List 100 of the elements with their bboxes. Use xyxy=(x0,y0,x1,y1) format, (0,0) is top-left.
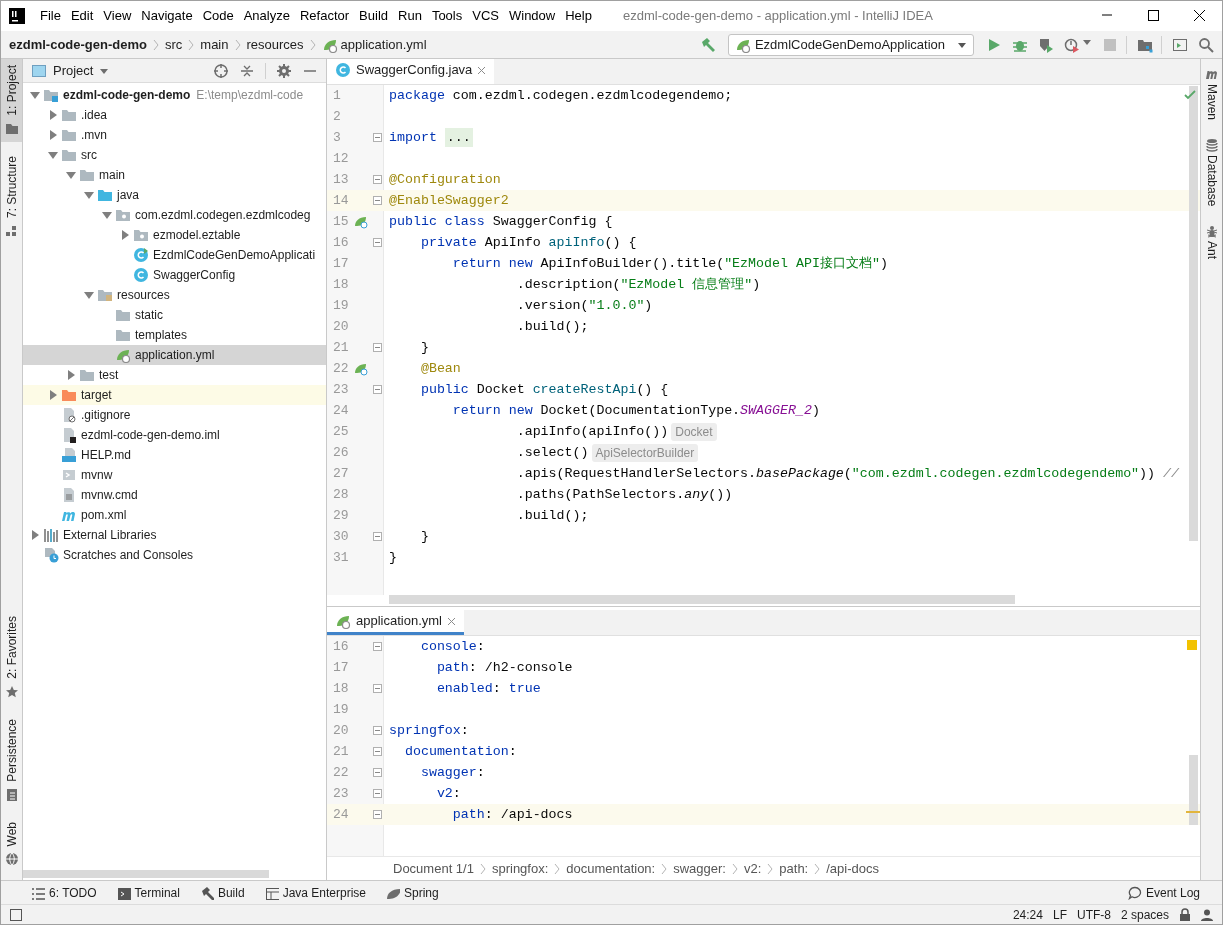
line-separator[interactable]: LF xyxy=(1052,905,1067,924)
close-icon[interactable] xyxy=(1191,8,1207,24)
maximize-icon[interactable] xyxy=(1145,8,1161,24)
menu-item[interactable]: Edit xyxy=(65,5,99,27)
scrollbar-thumb[interactable] xyxy=(1189,86,1198,541)
scrollbar-thumb[interactable] xyxy=(23,870,269,878)
tree-item[interactable]: Scratches and Consoles xyxy=(23,545,326,565)
tree-item[interactable]: EzdmlCodeGenDemoApplicati xyxy=(23,245,326,265)
panel-toggle-icon[interactable] xyxy=(9,907,23,922)
fold-icon[interactable] xyxy=(372,726,382,735)
fold-icon[interactable] xyxy=(372,175,382,184)
breadcrumb-item[interactable]: Document 1/1 xyxy=(393,858,474,879)
tree-item[interactable]: pom.xml xyxy=(23,505,326,525)
breadcrumb-item[interactable]: v2: xyxy=(743,858,762,879)
menu-item[interactable]: Navigate xyxy=(136,5,198,27)
menu-item[interactable]: File xyxy=(35,5,66,27)
breadcrumb-item[interactable]: springfox: xyxy=(491,858,549,879)
menu-item[interactable]: Run xyxy=(393,5,427,27)
tree-item[interactable]: src xyxy=(23,145,326,165)
menu-item[interactable]: Refactor xyxy=(294,5,355,27)
hammer-icon[interactable] xyxy=(699,36,716,53)
fold-icon[interactable] xyxy=(372,532,382,541)
menu-item[interactable]: Code xyxy=(197,5,239,27)
lock-icon[interactable] xyxy=(1178,907,1192,922)
tree-item[interactable]: templates xyxy=(23,325,326,345)
menu-item[interactable]: Analyze xyxy=(238,5,295,27)
shield-icon[interactable] xyxy=(1038,36,1054,53)
tree-item[interactable]: HELP.md xyxy=(23,445,326,465)
tool-window-tab[interactable]: Web xyxy=(1,815,22,872)
breadcrumb-item[interactable]: src xyxy=(164,34,183,55)
breadcrumb-item[interactable]: ezdml-code-gen-demo xyxy=(9,34,147,55)
menu-item[interactable]: View xyxy=(98,5,137,27)
tool-window-tab[interactable]: Maven xyxy=(1201,59,1222,131)
tree-item[interactable]: External Libraries xyxy=(23,525,326,545)
tool-window-tab[interactable]: 1: Project xyxy=(1,59,22,142)
menu-item[interactable]: VCS xyxy=(467,5,504,27)
tool-window-button[interactable]: Build xyxy=(199,883,245,902)
editor-tab[interactable]: application.yml xyxy=(327,610,464,635)
fold-icon[interactable] xyxy=(372,385,382,394)
tree-item[interactable]: java xyxy=(23,185,326,205)
tree-item[interactable]: mvnw xyxy=(23,465,326,485)
fold-icon[interactable] xyxy=(372,343,382,352)
menu-item[interactable]: Build xyxy=(354,5,393,27)
fold-icon[interactable] xyxy=(372,133,382,142)
fold-icon[interactable] xyxy=(372,747,382,756)
fold-icon[interactable] xyxy=(372,238,382,247)
fold-icon[interactable] xyxy=(372,810,382,819)
menu-item[interactable]: Help xyxy=(560,5,597,27)
tree-item[interactable]: application.yml xyxy=(23,345,326,365)
tool-window-button[interactable]: Java Enterprise xyxy=(264,883,366,902)
scrollbar-thumb[interactable] xyxy=(1189,755,1198,825)
tree-item[interactable]: .mvn xyxy=(23,125,326,145)
tree-item[interactable]: main xyxy=(23,165,326,185)
fold-icon[interactable] xyxy=(372,196,382,205)
tree-item[interactable]: ezmodel.eztable xyxy=(23,225,326,245)
tool-window-button[interactable]: 6: TODO xyxy=(31,883,97,902)
gauge-icon[interactable] xyxy=(1064,36,1080,53)
breadcrumb-item[interactable]: path: xyxy=(779,858,809,879)
run-config-dropdown[interactable]: EzdmlCodeGenDemoApplication xyxy=(727,33,974,56)
breadcrumb-item[interactable]: application.yml xyxy=(321,34,427,55)
tree-item[interactable]: com.ezdml.codegen.ezdmlcodeg xyxy=(23,205,326,225)
tree-item[interactable]: static xyxy=(23,305,326,325)
cursor-position[interactable]: 24:24 xyxy=(1012,905,1043,924)
scrollbar-thumb[interactable] xyxy=(389,595,1015,604)
menu-item[interactable]: Tools xyxy=(426,5,468,27)
tool-window-tab[interactable]: 7: Structure xyxy=(1,149,22,244)
tree-item[interactable]: SwaggerConfig xyxy=(23,265,326,285)
breadcrumb-item[interactable]: main xyxy=(200,34,229,55)
locate-icon[interactable] xyxy=(213,62,229,79)
fold-icon[interactable] xyxy=(372,789,382,798)
tool-window-tab[interactable]: Database xyxy=(1201,130,1222,217)
tool-window-tab[interactable]: 2: Favorites xyxy=(1,610,22,705)
window-icon[interactable] xyxy=(1172,36,1188,53)
tree-item[interactable]: .idea xyxy=(23,105,326,125)
breadcrumb-item[interactable]: /api-docs xyxy=(826,858,879,879)
search-icon[interactable] xyxy=(1198,36,1214,53)
tree-item[interactable]: ezdml-code-gen-demo.iml xyxy=(23,425,326,445)
tool-window-button[interactable]: Terminal xyxy=(116,883,180,902)
tool-window-tab[interactable]: Ant xyxy=(1201,216,1222,270)
breadcrumb-item[interactable]: documentation: xyxy=(566,858,656,879)
tree-item[interactable]: mvnw.cmd xyxy=(23,485,326,505)
person-icon[interactable] xyxy=(1200,907,1214,922)
tree-item[interactable]: resources xyxy=(23,285,326,305)
event-log-button[interactable]: Event Log xyxy=(1127,883,1200,902)
editor-tab[interactable]: SwaggerConfig.java xyxy=(327,59,495,84)
tool-window-tab[interactable]: Persistence xyxy=(1,712,22,808)
fold-icon[interactable] xyxy=(372,684,382,693)
breadcrumb-item[interactable]: swagger: xyxy=(673,858,726,879)
tree-item[interactable]: .gitignore xyxy=(23,405,326,425)
tool-window-button[interactable]: Spring xyxy=(386,883,439,902)
settings-icon[interactable] xyxy=(276,62,292,79)
file-encoding[interactable]: UTF-8 xyxy=(1076,905,1111,924)
tree-item[interactable]: target xyxy=(23,385,326,405)
indent-setting[interactable]: 2 spaces xyxy=(1120,905,1169,924)
fold-icon[interactable] xyxy=(372,768,382,777)
run-icon[interactable] xyxy=(986,36,1002,53)
fold-icon[interactable] xyxy=(372,642,382,651)
menu-item[interactable]: Window xyxy=(503,5,561,27)
tree-item[interactable]: test xyxy=(23,365,326,385)
tree-item[interactable]: ezdml-code-gen-demo E:\temp\ezdml-code xyxy=(23,85,326,105)
